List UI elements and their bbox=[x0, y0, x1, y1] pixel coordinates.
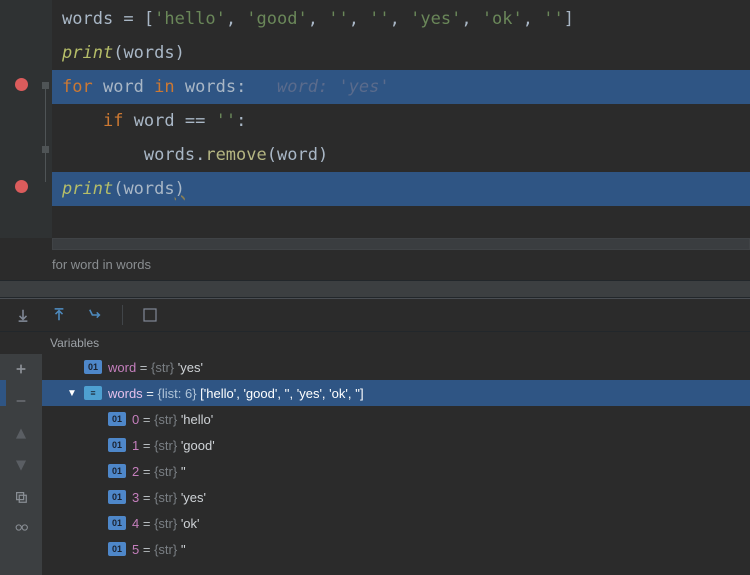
inspect-icon[interactable] bbox=[12, 520, 30, 538]
collapse-icon[interactable]: ▼ bbox=[66, 388, 78, 399]
divider bbox=[0, 280, 750, 298]
arrow-down-icon[interactable] bbox=[14, 306, 32, 324]
code-line[interactable]: if word == '': bbox=[52, 104, 750, 138]
arrow-up-icon[interactable] bbox=[50, 306, 68, 324]
value-badge-icon: 01 bbox=[84, 360, 102, 374]
code-line[interactable]: print(words) bbox=[52, 36, 750, 70]
breakpoint-icon[interactable] bbox=[15, 78, 28, 91]
variables-header: Variables bbox=[0, 332, 750, 354]
breakpoint-icon[interactable] bbox=[15, 180, 28, 193]
fold-line bbox=[45, 82, 46, 182]
value-badge-icon: 01 bbox=[108, 542, 126, 556]
variables-tree[interactable]: 01 word = {str} 'yes' ▼ ≡ words = {list:… bbox=[42, 354, 750, 575]
copy-icon[interactable] bbox=[12, 488, 30, 506]
step-into-icon[interactable] bbox=[86, 306, 104, 324]
variable-row[interactable]: 015 = {str} '' bbox=[42, 536, 750, 562]
calculator-icon[interactable] bbox=[141, 306, 159, 324]
code-editor[interactable]: words = ['hello', 'good', '', '', 'yes',… bbox=[0, 0, 750, 238]
remove-watch-icon[interactable] bbox=[12, 392, 30, 410]
variable-row[interactable]: 014 = {str} 'ok' bbox=[42, 510, 750, 536]
value-badge-icon: 01 bbox=[108, 490, 126, 504]
fold-region-icon[interactable] bbox=[42, 146, 49, 153]
code-line[interactable]: print(words) bbox=[52, 172, 750, 206]
code-line[interactable]: for word in words: word: 'yes' bbox=[52, 70, 750, 104]
value-badge-icon: 01 bbox=[108, 516, 126, 530]
variable-row[interactable]: 012 = {str} '' bbox=[42, 458, 750, 484]
variable-row[interactable]: ▼ ≡ words = {list: 6} ['hello', 'good', … bbox=[42, 380, 750, 406]
inline-debug-hint: word: 'yes' bbox=[277, 77, 390, 97]
variable-row[interactable]: 010 = {str} 'hello' bbox=[42, 406, 750, 432]
breadcrumb[interactable]: for word in words bbox=[0, 250, 750, 280]
variables-toolbar: ▲ ▼ bbox=[0, 354, 42, 575]
code-area[interactable]: words = ['hello', 'good', '', '', 'yes',… bbox=[52, 0, 750, 238]
code-line[interactable]: words.remove(word) bbox=[52, 138, 750, 172]
identifier: words bbox=[62, 9, 113, 29]
add-watch-icon[interactable] bbox=[12, 360, 30, 378]
value-badge-icon: 01 bbox=[108, 438, 126, 452]
variable-row[interactable]: 01 word = {str} 'yes' bbox=[42, 354, 750, 380]
move-down-icon[interactable]: ▼ bbox=[12, 456, 30, 474]
variables-panel: ▲ ▼ 01 word = {str} 'yes' ▼ ≡ words = {l… bbox=[0, 354, 750, 575]
horizontal-scrollbar[interactable] bbox=[52, 238, 750, 250]
value-badge-icon: 01 bbox=[108, 412, 126, 426]
breakpoint-gutter[interactable] bbox=[0, 0, 40, 238]
code-line[interactable]: words = ['hello', 'good', '', '', 'yes',… bbox=[52, 2, 750, 36]
breadcrumb-text: for word in words bbox=[52, 257, 151, 272]
accent-bar bbox=[0, 380, 6, 406]
list-badge-icon: ≡ bbox=[84, 386, 102, 400]
toolbar-separator bbox=[122, 305, 123, 325]
fold-gutter[interactable] bbox=[40, 0, 52, 238]
debug-toolbar bbox=[0, 298, 750, 332]
value-badge-icon: 01 bbox=[108, 464, 126, 478]
variable-row[interactable]: 011 = {str} 'good' bbox=[42, 432, 750, 458]
builtin-func: print bbox=[62, 43, 113, 63]
move-up-icon[interactable]: ▲ bbox=[12, 424, 30, 442]
variable-row[interactable]: 013 = {str} 'yes' bbox=[42, 484, 750, 510]
